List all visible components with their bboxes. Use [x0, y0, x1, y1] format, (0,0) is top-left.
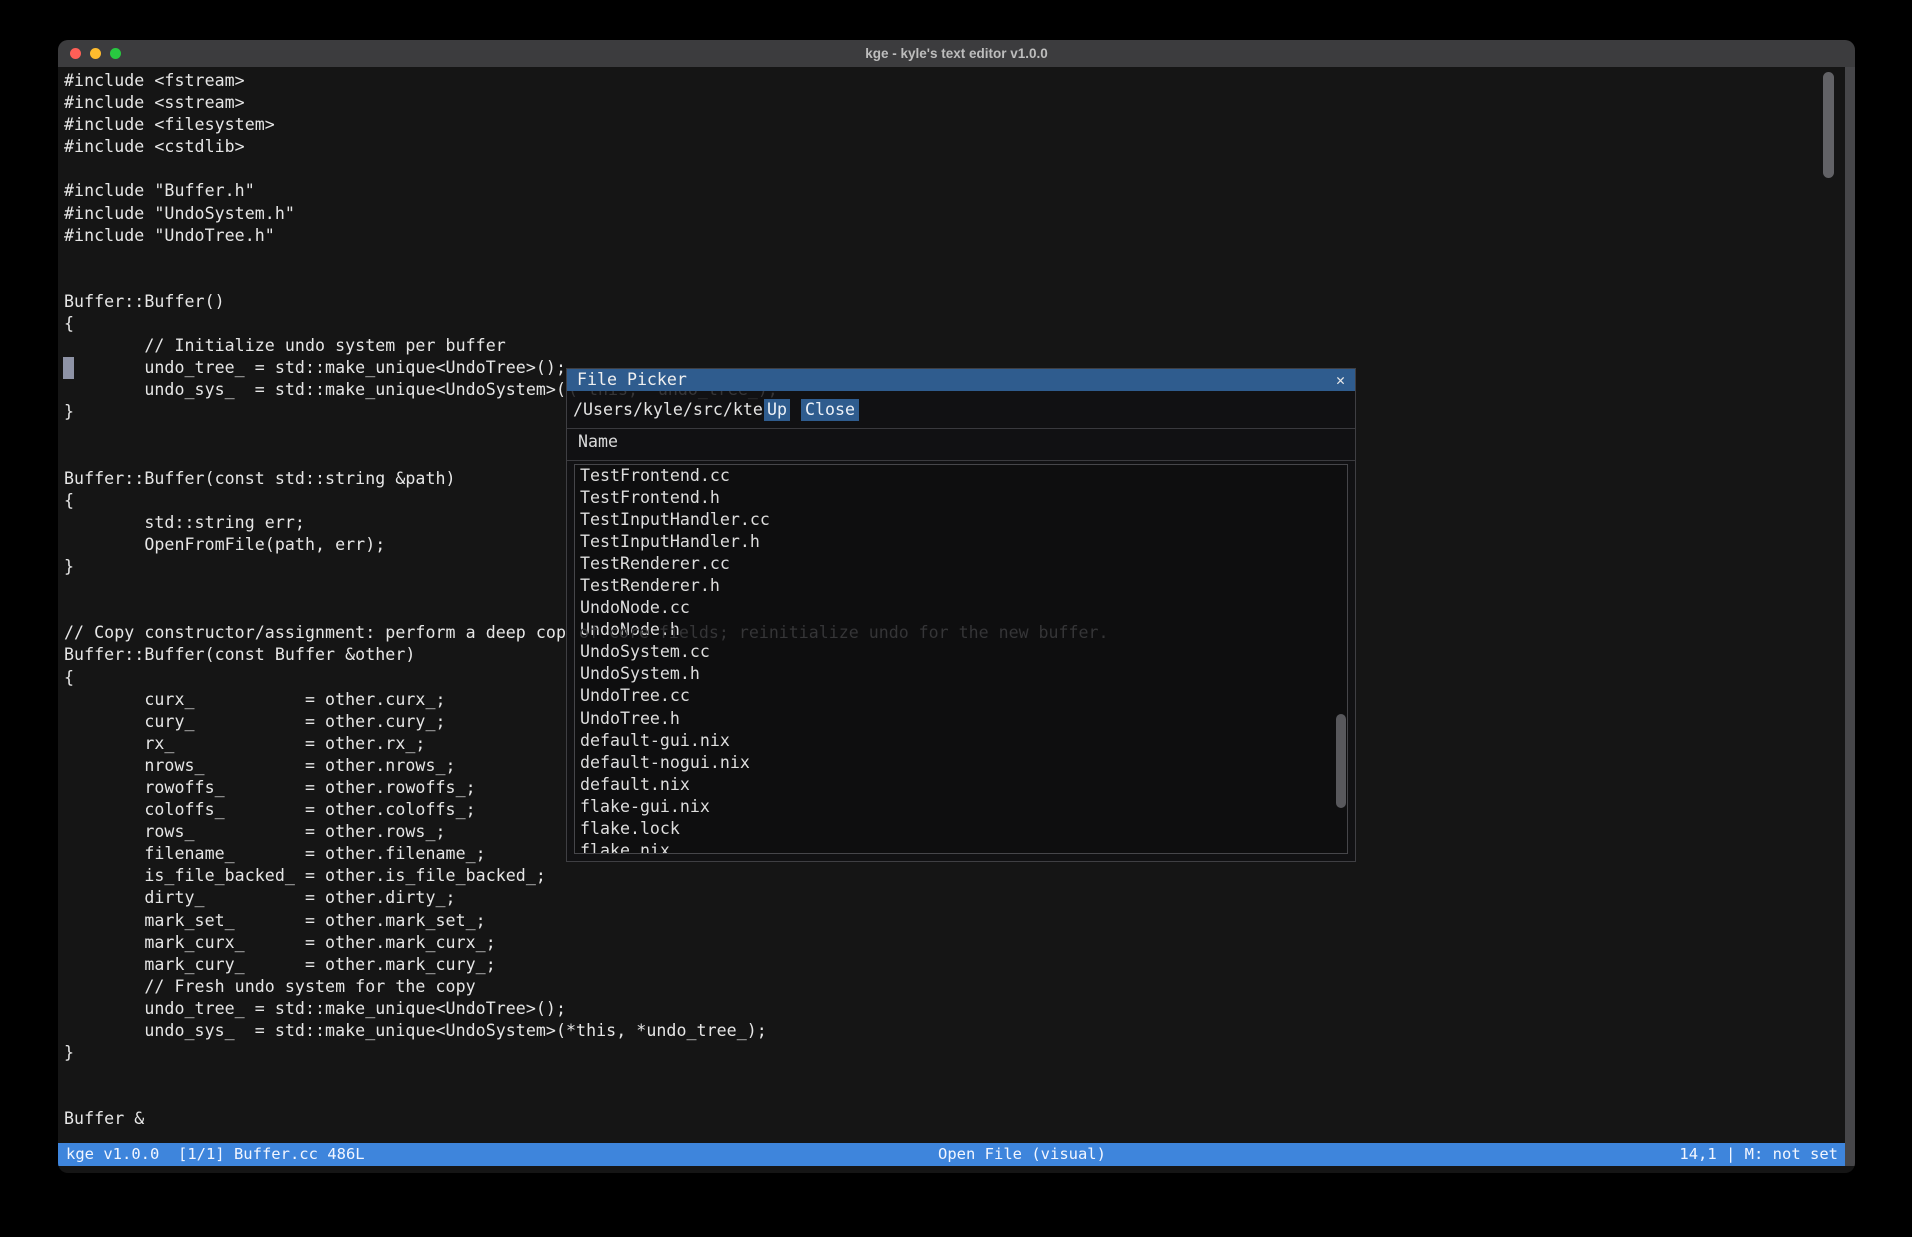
file-picker-path-row: /Users/kyle/src/kte Up Close: [567, 399, 1355, 421]
file-row[interactable]: UndoTree.cc: [575, 685, 1347, 707]
file-list-scrollbar-thumb[interactable]: [1336, 714, 1346, 808]
file-row[interactable]: TestFrontend.h: [575, 487, 1347, 509]
file-row[interactable]: UndoTree.h: [575, 708, 1347, 730]
status-cursor-position: 14,1 | M: not set: [1679, 1143, 1838, 1166]
column-header-name: Name: [578, 431, 618, 453]
file-row[interactable]: flake.nix: [575, 840, 1347, 854]
file-list: TestFrontend.ccTestFrontend.hTestInputHa…: [574, 464, 1348, 854]
file-row[interactable]: UndoSystem.cc: [575, 641, 1347, 663]
file-row[interactable]: flake-gui.nix: [575, 796, 1347, 818]
close-picker-button[interactable]: Close: [801, 399, 859, 421]
status-file-info: kge v1.0.0 [1/1] Buffer.cc 486L: [66, 1143, 365, 1166]
file-row[interactable]: UndoSystem.h: [575, 663, 1347, 685]
file-row[interactable]: flake.lock: [575, 818, 1347, 840]
file-row[interactable]: default-gui.nix: [575, 730, 1347, 752]
ghost-code-text: of core fields; reinitialize undo for th…: [579, 623, 1109, 642]
current-path: /Users/kyle/src/kte: [573, 399, 763, 421]
file-picker-titlebar: File Picker ✕: [567, 369, 1355, 391]
file-row[interactable]: TestInputHandler.cc: [575, 509, 1347, 531]
close-icon[interactable]: ✕: [1336, 369, 1345, 391]
file-row[interactable]: UndoNode.cc: [575, 597, 1347, 619]
file-row[interactable]: default.nix: [575, 774, 1347, 796]
file-picker-title: File Picker: [577, 369, 687, 391]
divider: [567, 460, 1355, 461]
window-titlebar[interactable]: kge - kyle's text editor v1.0.0: [58, 40, 1855, 67]
up-directory-button[interactable]: Up: [764, 399, 790, 421]
file-row[interactable]: TestInputHandler.h: [575, 531, 1347, 553]
file-picker-dialog: (*this, *undo_tree_); File Picker ✕ /Use…: [566, 368, 1356, 862]
status-bar: kge v1.0.0 [1/1] Buffer.cc 486L Open Fil…: [58, 1143, 1845, 1166]
file-row[interactable]: default-nogui.nix: [575, 752, 1347, 774]
file-row[interactable]: TestRenderer.cc: [575, 553, 1347, 575]
window-title: kge - kyle's text editor v1.0.0: [58, 40, 1855, 67]
editor-scrollbar-track[interactable]: [1845, 67, 1855, 1166]
divider: [567, 428, 1355, 429]
file-row[interactable]: TestRenderer.h: [575, 575, 1347, 597]
editor-scrollbar-thumb[interactable]: [1823, 72, 1834, 178]
file-row[interactable]: TestFrontend.cc: [575, 465, 1347, 487]
status-mode-label: Open File (visual): [938, 1143, 1106, 1166]
text-cursor: [63, 357, 74, 379]
